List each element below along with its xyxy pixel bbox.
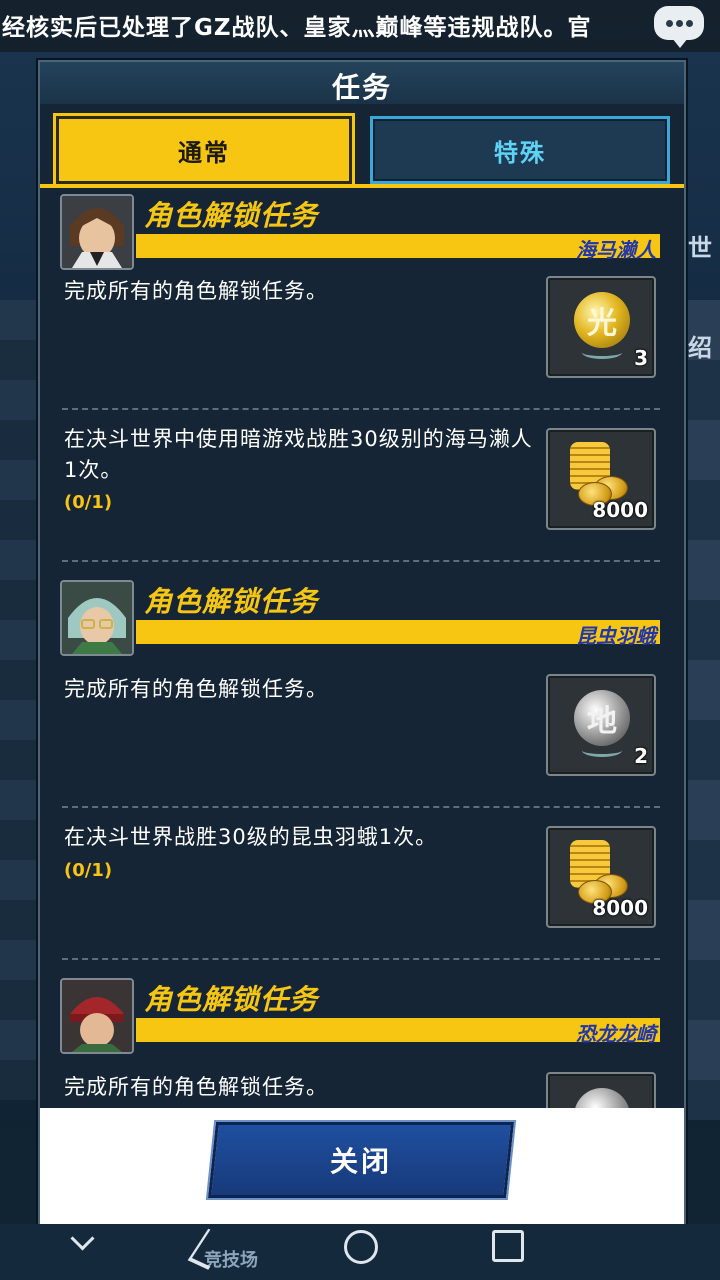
task-divider [62,408,660,410]
recent-apps-icon[interactable] [492,1230,524,1262]
reward-count: 8000 [592,498,648,522]
reward-count: 8000 [592,896,648,920]
rex-avatar [60,978,134,1054]
dialog-header: 任务 [40,62,684,104]
reward-box[interactable]: 地 2 [546,674,656,776]
character-bar: 海马濑人 [136,234,660,262]
task-progress: (0/1) [64,860,113,881]
mission-group-title: 角色解锁任务 [144,983,319,1016]
background-side-text: 绍 [688,334,712,362]
light-orb-icon: 光 [574,292,630,348]
reward-count: 2 [634,744,648,768]
reward-box[interactable]: 光 3 [546,276,656,378]
reward-box[interactable] [546,1072,656,1108]
close-button[interactable]: 关闭 [205,1120,517,1200]
tab-normal[interactable]: 通常 [53,113,355,187]
chevron-down-icon[interactable] [70,1226,95,1251]
character-name: 恐龙龙崎 [576,1022,656,1046]
mission-group-header: 角色解锁任务 昆虫羽蛾 [60,580,660,660]
dialog-title: 任务 [331,71,392,104]
character-bar: 昆虫羽蛾 [136,620,660,648]
weevil-avatar [60,580,134,656]
background-right-decoration [680,300,720,1120]
chat-icon[interactable] [654,6,704,48]
close-button-label: 关闭 [329,1145,392,1178]
mission-dialog: 任务 通常 特殊 角色解锁任务 海马濑人 完成所有的角色解锁任务。 光 3 在决… [38,60,686,1228]
announcement-text: 经核实后已处理了GZ战队、皇家灬巅峰等违规战队。官 [2,15,592,41]
character-bar: 恐龙龙崎 [136,1018,660,1046]
character-name: 海马濑人 [576,238,656,262]
mission-group-title: 角色解锁任务 [144,585,319,618]
announcement-marquee: 经核实后已处理了GZ战队、皇家灬巅峰等违规战队。官 [0,0,720,52]
home-icon[interactable] [344,1230,378,1264]
task-divider [62,560,660,562]
reward-box[interactable]: 8000 [546,428,656,530]
background-side-text: 世 [688,234,712,262]
mission-list[interactable]: 角色解锁任务 海马濑人 完成所有的角色解锁任务。 光 3 在决斗世界中使用暗游戏… [40,190,684,1108]
task-description: 完成所有的角色解锁任务。 [64,1075,328,1099]
android-navigation-bar [0,1208,720,1280]
orb-wing-decoration [582,346,622,359]
task-description: 在决斗世界战胜30级的昆虫羽蛾1次。 [64,825,438,849]
tab-normal-label: 通常 [178,138,230,167]
mission-group-title: 角色解锁任务 [144,199,319,232]
reward-box[interactable]: 8000 [546,826,656,928]
kaiba-avatar [60,194,134,270]
tab-underline [40,184,684,188]
mission-group-header: 角色解锁任务 海马濑人 [60,194,660,274]
task-divider [62,806,660,808]
reward-count: 3 [634,346,648,370]
tab-special-label: 特殊 [494,138,546,167]
task-divider [62,958,660,960]
task-progress: (0/1) [64,492,113,513]
task-description: 完成所有的角色解锁任务。 [64,279,328,303]
character-name: 昆虫羽蛾 [576,624,656,648]
earth-orb-icon: 地 [574,690,630,746]
task-description: 在决斗世界中使用暗游戏战胜30级别的海马濑人1次。 [64,427,533,482]
orb-wing-decoration [582,744,622,757]
tab-special[interactable]: 特殊 [370,116,670,184]
mission-group-header: 角色解锁任务 恐龙龙崎 [60,978,660,1058]
orb-icon [574,1088,630,1108]
task-description: 完成所有的角色解锁任务。 [64,677,328,701]
back-icon[interactable] [187,1228,229,1270]
